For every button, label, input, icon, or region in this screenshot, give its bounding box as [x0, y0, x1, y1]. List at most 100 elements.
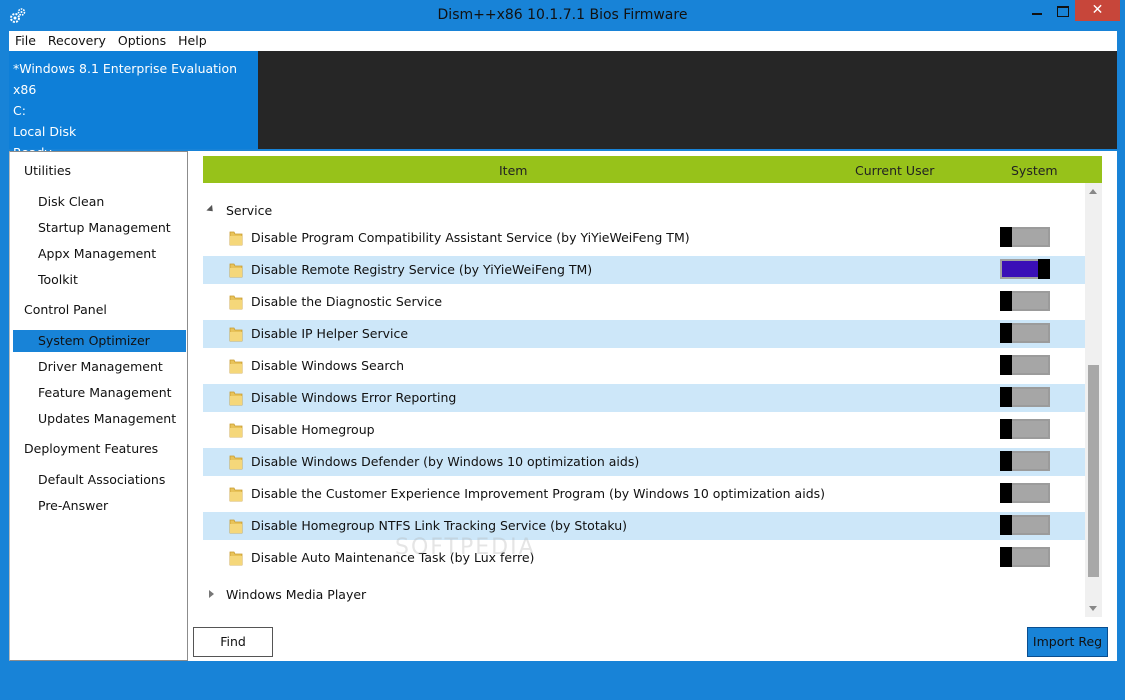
system-toggle[interactable] — [1000, 419, 1050, 439]
expand-arrow-icon[interactable] — [209, 590, 214, 598]
system-toggle[interactable] — [1000, 547, 1050, 567]
image-info-panel[interactable]: *Windows 8.1 Enterprise Evaluation x86 C… — [9, 51, 258, 160]
system-toggle[interactable] — [1000, 323, 1050, 343]
table-header: Item Current User System — [203, 156, 1102, 183]
sidebar-item-feature-management[interactable]: Feature Management — [13, 382, 186, 404]
sidebar-item-disk-clean[interactable]: Disk Clean — [13, 191, 186, 213]
toggle-thumb[interactable] — [1000, 547, 1012, 567]
toggle-thumb[interactable] — [1000, 451, 1012, 471]
collapse-arrow-icon[interactable] — [206, 204, 216, 215]
sidebar-item-default-associations[interactable]: Default Associations — [13, 469, 186, 491]
list-group-label: Service — [226, 203, 273, 218]
menu-options[interactable]: Options — [112, 31, 172, 48]
table-row[interactable]: Disable Program Compatibility Assistant … — [203, 224, 1085, 252]
find-button[interactable]: Find — [193, 627, 273, 657]
table-row[interactable]: Disable Auto Maintenance Task (by Lux fe… — [203, 544, 1085, 572]
toggle-thumb[interactable] — [1000, 227, 1012, 247]
folder-icon — [229, 518, 243, 534]
scroll-thumb[interactable] — [1088, 365, 1099, 577]
toggle-thumb[interactable] — [1000, 419, 1012, 439]
system-toggle[interactable] — [1000, 483, 1050, 503]
folder-icon — [229, 454, 243, 470]
os-name: *Windows 8.1 Enterprise Evaluation x86 — [13, 61, 238, 97]
body-area: Utilities Disk Clean Startup Management App… — [9, 151, 1117, 661]
sidebar-group-utilities: Utilities — [24, 163, 72, 178]
table-row[interactable]: Disable Remote Registry Service (by YiYi… — [203, 256, 1085, 284]
row-label: Disable Windows Defender (by Windows 10 … — [251, 454, 640, 469]
list-group-service[interactable]: Service — [203, 196, 1085, 224]
table-row[interactable]: Disable Windows Defender (by Windows 10 … — [203, 448, 1085, 476]
table-row[interactable]: Disable Windows Search — [203, 352, 1085, 380]
sidebar-item-driver-management[interactable]: Driver Management — [13, 356, 186, 378]
toggle-thumb[interactable] — [1000, 323, 1012, 343]
menu-recovery[interactable]: Recovery — [42, 31, 112, 48]
maximize-button[interactable] — [1050, 0, 1075, 21]
sidebar-item-system-optimizer[interactable]: System Optimizer — [13, 330, 186, 352]
toggle-thumb[interactable] — [1000, 291, 1012, 311]
system-toggle[interactable] — [1000, 355, 1050, 375]
minimize-button[interactable] — [1024, 0, 1050, 21]
app-window: Dism++x86 10.1.7.1 Bios Firmware ✕ File R… — [0, 0, 1125, 700]
system-toggle[interactable] — [1000, 387, 1050, 407]
sidebar-item-toolkit[interactable]: Toolkit — [13, 269, 186, 291]
window-title: Dism++x86 10.1.7.1 Bios Firmware — [437, 7, 688, 23]
row-label: Disable IP Helper Service — [251, 326, 409, 341]
optimizer-panel: Item Current User System Service Disable … — [193, 151, 1117, 661]
sidebar-group-deployment-features: Deployment Features — [24, 441, 159, 456]
row-label: Disable Remote Registry Service (by YiYi… — [251, 262, 593, 277]
table-row[interactable]: Disable IP Helper Service — [203, 320, 1085, 348]
sidebar-item-appx-management[interactable]: Appx Management — [13, 243, 186, 265]
system-toggle[interactable] — [1000, 515, 1050, 535]
scroll-up-icon[interactable] — [1089, 189, 1097, 194]
folder-icon — [229, 294, 243, 310]
system-toggle[interactable] — [1000, 227, 1050, 247]
row-label: Disable Program Compatibility Assistant … — [251, 230, 690, 245]
optimizer-list: Service Disable Program Compatibility Ass… — [203, 183, 1085, 617]
row-label: Disable Windows Error Reporting — [251, 390, 457, 405]
folder-icon — [229, 390, 243, 406]
column-header-system[interactable]: System — [1011, 163, 1058, 178]
toggle-thumb[interactable] — [1038, 259, 1050, 279]
table-row[interactable]: Disable the Diagnostic Service — [203, 288, 1085, 316]
column-header-item[interactable]: Item — [499, 163, 527, 178]
folder-icon — [229, 550, 243, 566]
table-row[interactable]: Disable Homegroup NTFS Link Tracking Ser… — [203, 512, 1085, 540]
column-header-current-user[interactable]: Current User — [855, 163, 934, 178]
table-row[interactable]: Disable Homegroup — [203, 416, 1085, 444]
folder-icon — [229, 422, 243, 438]
sidebar-item-startup-management[interactable]: Startup Management — [13, 217, 186, 239]
watermark: SOFTPEDIA — [395, 535, 536, 560]
menu-bar: File Recovery Options Help — [9, 31, 1117, 51]
status-bar — [9, 661, 1117, 691]
sidebar-item-updates-management[interactable]: Updates Management — [13, 408, 186, 430]
toggle-thumb[interactable] — [1000, 515, 1012, 535]
sidebar: Utilities Disk Clean Startup Management App… — [9, 151, 188, 661]
import-reg-button[interactable]: Import Reg — [1027, 627, 1108, 657]
list-group-windows-media-player[interactable]: Windows Media Player — [203, 580, 1085, 608]
image-list-area — [258, 51, 1117, 149]
table-row[interactable]: Disable the Customer Experience Improvem… — [203, 480, 1085, 508]
disk-name: Local Disk — [13, 124, 77, 139]
toggle-thumb[interactable] — [1000, 483, 1012, 503]
folder-icon — [229, 262, 243, 278]
sidebar-item-pre-answer[interactable]: Pre-Answer — [13, 495, 186, 517]
scroll-down-icon[interactable] — [1089, 606, 1097, 611]
sidebar-group-control-panel: Control Panel — [24, 302, 107, 317]
menu-file[interactable]: File — [9, 31, 42, 48]
title-bar[interactable]: Dism++x86 10.1.7.1 Bios Firmware ✕ — [0, 0, 1125, 31]
folder-icon — [229, 358, 243, 374]
table-row[interactable]: Disable Windows Error Reporting — [203, 384, 1085, 412]
toggle-thumb[interactable] — [1000, 387, 1012, 407]
row-label: Disable the Customer Experience Improvem… — [251, 486, 826, 501]
vertical-scrollbar[interactable] — [1085, 183, 1102, 617]
row-label: Disable Windows Search — [251, 358, 405, 373]
toggle-thumb[interactable] — [1000, 355, 1012, 375]
row-label: Disable the Diagnostic Service — [251, 294, 443, 309]
menu-help[interactable]: Help — [172, 31, 213, 48]
drive-letter: C: — [13, 103, 26, 118]
close-button[interactable]: ✕ — [1075, 0, 1120, 21]
system-toggle[interactable] — [1000, 291, 1050, 311]
folder-icon — [229, 486, 243, 502]
system-toggle[interactable] — [1000, 451, 1050, 471]
system-toggle[interactable] — [1000, 259, 1050, 279]
